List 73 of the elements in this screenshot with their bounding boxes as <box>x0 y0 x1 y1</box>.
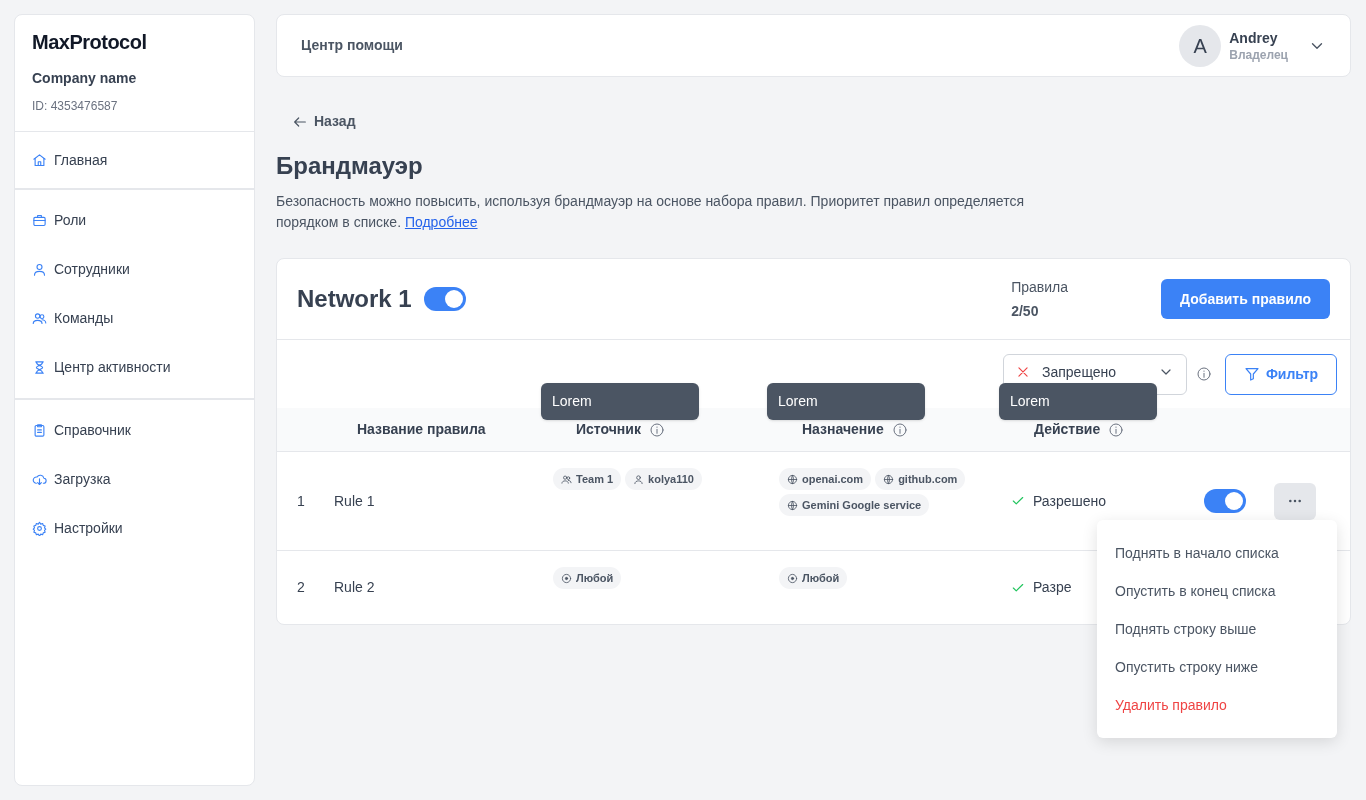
menu-item[interactable]: Поднять в начало списка <box>1097 534 1337 572</box>
target-icon <box>787 572 798 584</box>
back-link[interactable]: Назад <box>292 111 356 132</box>
filter-icon <box>1243 366 1260 382</box>
sidebar-item[interactable]: Команды <box>15 294 254 343</box>
globe-icon <box>787 473 798 485</box>
company-id: ID: 4353476587 <box>32 98 119 115</box>
tag: openai.com <box>779 468 872 490</box>
menu-item[interactable]: Опустить в конец списка <box>1097 572 1337 610</box>
company-name: Company name <box>32 69 138 88</box>
clipboard-icon <box>32 423 47 438</box>
action-status: Разре <box>1033 578 1072 597</box>
tooltip: Lorem <box>999 383 1157 420</box>
page-header-title: Центр помощи <box>301 36 403 55</box>
filter-button[interactable]: Фильтр <box>1225 353 1337 395</box>
menu-item[interactable]: Опустить строку ниже <box>1097 648 1337 686</box>
people-icon <box>561 473 572 485</box>
toggle-switch[interactable] <box>423 287 466 311</box>
action-status: Разрешено <box>1033 491 1107 511</box>
globe-icon <box>787 499 798 511</box>
sidebar-item[interactable]: Сотрудники <box>15 245 254 294</box>
tag: github.com <box>875 468 966 490</box>
check-icon <box>1011 494 1025 508</box>
info-icon <box>1108 421 1125 438</box>
rule-name: Rule 1 <box>334 491 376 511</box>
column-header: Действие <box>1034 420 1101 439</box>
settings-icon <box>32 521 47 536</box>
user-name: Andrey <box>1229 28 1279 47</box>
target-icon <box>561 572 572 584</box>
menu-item[interactable]: Удалить правило <box>1097 686 1337 724</box>
user-icon <box>633 473 645 485</box>
tag: Team 1 <box>553 468 622 490</box>
sidebar-item[interactable]: Главная <box>15 142 254 178</box>
user-icon <box>32 262 47 277</box>
row-number: 1 <box>296 491 306 511</box>
cloud-download-icon <box>32 472 47 487</box>
tooltip: Lorem <box>767 383 925 420</box>
sidebar-item[interactable]: Справочник <box>15 406 254 455</box>
page-title: Брандмауэр <box>276 151 424 181</box>
column-header: Название правила <box>357 420 486 439</box>
tag: Gemini Google service <box>779 494 930 516</box>
avatar: A <box>1179 24 1222 67</box>
users-icon <box>32 311 47 326</box>
row-number: 2 <box>296 578 306 597</box>
home-icon <box>32 152 47 168</box>
tag: kolya110 <box>625 468 702 490</box>
briefcase-icon <box>32 213 47 228</box>
add-rule-button[interactable]: Добавить правило <box>1161 279 1330 319</box>
column-header: Источник <box>576 420 641 439</box>
x-icon <box>1016 365 1030 379</box>
info-icon <box>648 421 665 438</box>
column-header: Назначение <box>802 420 884 439</box>
toggle-switch[interactable] <box>1204 489 1246 513</box>
rules-label: Правила <box>1011 278 1069 296</box>
sidebar-item[interactable]: Настройки <box>15 504 254 553</box>
logo: MaxProtocol <box>32 30 148 54</box>
tooltip: Lorem <box>541 383 699 420</box>
hourglass-icon <box>32 360 47 375</box>
tag: Любой <box>779 567 848 589</box>
info-icon <box>891 421 908 438</box>
menu-item[interactable]: Поднять строку выше <box>1097 610 1337 648</box>
info-icon <box>1196 366 1212 382</box>
page-description: Безопасность можно повысить, используя брандмауэр на основе набора правил. Приоритет правил определяется порядком в списке. Подробнее <box>276 192 1025 232</box>
sidebar-item[interactable]: Роли <box>15 196 254 245</box>
tag: Любой <box>553 567 622 589</box>
rules-count: 2/50 <box>1011 302 1040 320</box>
more-link[interactable]: Подробнее <box>404 214 478 230</box>
user-role: Владелец <box>1229 46 1288 63</box>
sidebar-item[interactable]: Центр активности <box>15 343 254 392</box>
globe-icon <box>883 473 895 485</box>
sidebar-item[interactable]: Загрузка <box>15 455 254 504</box>
rule-name: Rule 2 <box>334 578 376 597</box>
network-name: Network 1 <box>297 284 412 314</box>
